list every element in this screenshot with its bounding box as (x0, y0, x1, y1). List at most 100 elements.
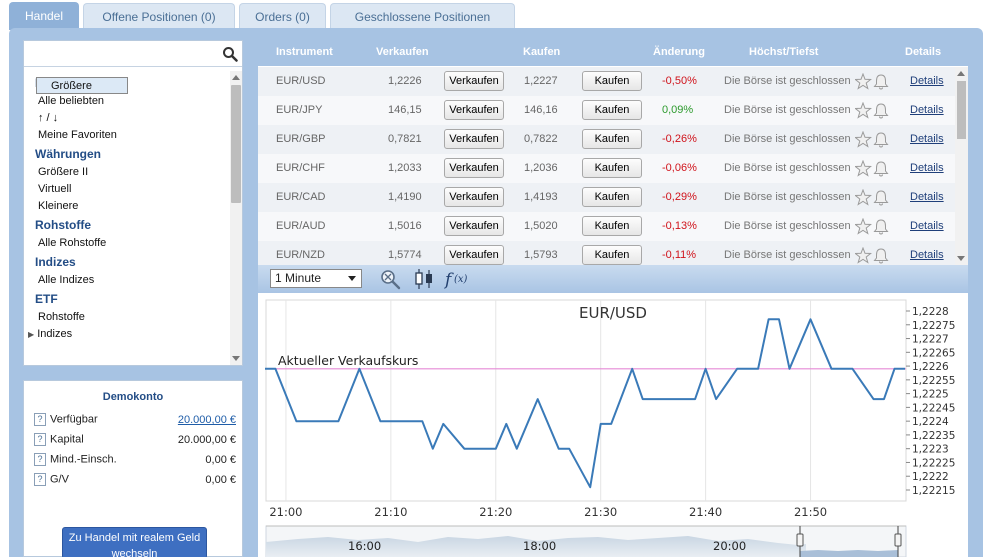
scroll-thumb[interactable] (231, 85, 241, 203)
buy-button[interactable]: Kaufen (582, 100, 642, 120)
star-icon[interactable] (855, 218, 872, 235)
buy-button[interactable]: Kaufen (582, 216, 642, 236)
details-link[interactable]: Details (910, 191, 944, 203)
nav-item-virtuell[interactable]: Virtuell (24, 181, 230, 198)
nav-item-kleinere[interactable]: Kleinere (24, 198, 230, 215)
table-rows: EUR/USD 1,2226 Verkaufen 1,2227 Kaufen -0,50%… (258, 67, 955, 265)
buy-button[interactable]: Kaufen (582, 71, 642, 91)
nav-item-etf-indizes[interactable]: ▶ Indizes (24, 326, 230, 343)
account-label: ? G/V (34, 473, 69, 486)
expand-arrow-icon[interactable]: ▶ (28, 330, 34, 339)
star-icon[interactable] (855, 247, 872, 264)
table-row[interactable]: EUR/CHF 1,2033 Verkaufen 1,2036 Kaufen -0,06%… (258, 154, 955, 183)
nav-item-meine-favoriten[interactable]: Meine Favoriten (24, 127, 230, 144)
details-link[interactable]: Details (910, 75, 944, 87)
account-value: 0,00 € (205, 454, 236, 466)
nav-item-alle-indizes[interactable]: Alle Indizes (24, 272, 230, 289)
star-icon[interactable] (855, 189, 872, 206)
table-row[interactable]: EUR/USD 1,2226 Verkaufen 1,2227 Kaufen -0,50%… (258, 67, 955, 96)
sell-button[interactable]: Verkaufen (444, 100, 504, 120)
change-percent: -0,26% (662, 133, 697, 145)
table-row[interactable]: EUR/JPY 146,15 Verkaufen 146,16 Kaufen 0,09% D… (258, 96, 955, 125)
bell-icon[interactable] (873, 132, 889, 148)
search-input[interactable] (26, 44, 216, 63)
tab-handel[interactable]: Handel (9, 2, 79, 30)
details-link[interactable]: Details (910, 162, 944, 174)
col-verkaufen[interactable]: Verkaufen (376, 46, 429, 58)
sell-button[interactable]: Verkaufen (444, 158, 504, 178)
bell-icon[interactable] (873, 161, 889, 177)
candlestick-icon[interactable] (412, 268, 436, 290)
star-icon[interactable] (855, 160, 872, 177)
col-details[interactable]: Details (905, 46, 941, 58)
table-row[interactable]: EUR/CAD 1,4190 Verkaufen 1,4193 Kaufen -0,29%… (258, 183, 955, 212)
search-icon[interactable] (222, 46, 238, 62)
scroll-down-icon[interactable] (957, 256, 965, 261)
help-icon[interactable]: ? (34, 453, 46, 466)
function-icon[interactable]: f (x) (444, 267, 472, 291)
buy-button[interactable]: Kaufen (582, 245, 642, 265)
sell-button[interactable]: Verkaufen (444, 71, 504, 91)
market-status: Die Börse ist geschlossen (724, 191, 851, 203)
star-icon[interactable] (855, 102, 872, 119)
tab-geschlossene-positionen[interactable]: Geschlossene Positionen (330, 3, 515, 29)
account-label-text: Kapital (50, 433, 84, 446)
section-etf: ETF (35, 292, 58, 306)
tab-offene-positionen[interactable]: Offene Positionen (0) (83, 3, 235, 29)
category-scrollbar[interactable] (230, 71, 242, 365)
nav-item-etf-rohstoffe[interactable]: Rohstoffe (24, 309, 230, 326)
scroll-thumb[interactable] (957, 81, 966, 139)
y-tick-label: 1,22265 (912, 347, 955, 359)
details-link[interactable]: Details (910, 133, 944, 145)
table-scrollbar[interactable] (955, 67, 968, 265)
nav-item-groessere[interactable]: Größere (36, 77, 128, 94)
details-link[interactable]: Details (910, 249, 944, 261)
tab-orders[interactable]: Orders (0) (239, 3, 326, 29)
sell-button[interactable]: Verkaufen (444, 187, 504, 207)
navigator-label: 20:00 (713, 539, 746, 553)
details-link[interactable]: Details (910, 220, 944, 232)
col-aenderung[interactable]: Änderung (653, 46, 705, 58)
bell-icon[interactable] (873, 219, 889, 235)
chevron-down-icon (348, 276, 356, 281)
account-value-link[interactable]: 20.000,00 € (178, 414, 236, 426)
bell-icon[interactable] (873, 248, 889, 264)
switch-to-real-money-button[interactable]: Zu Handel mit realem Geld wechseln (62, 527, 207, 557)
bell-icon[interactable] (873, 190, 889, 206)
col-instrument[interactable]: Instrument (276, 46, 333, 58)
nav-item-up-down[interactable]: ↑ / ↓ (24, 110, 230, 127)
help-icon[interactable]: ? (34, 413, 46, 426)
scroll-down-icon[interactable] (232, 356, 240, 361)
sell-button[interactable]: Verkaufen (444, 245, 504, 265)
buy-button[interactable]: Kaufen (582, 158, 642, 178)
buy-button[interactable]: Kaufen (582, 129, 642, 149)
scroll-up-icon[interactable] (957, 71, 965, 76)
nav-item-groessere-ii[interactable]: Größere II (24, 164, 230, 181)
bell-icon[interactable] (873, 74, 889, 90)
sell-button[interactable]: Verkaufen (444, 216, 504, 236)
help-icon[interactable]: ? (34, 473, 46, 486)
interval-select[interactable]: 1 Minute (270, 269, 362, 288)
star-icon[interactable] (855, 73, 872, 90)
market-status: Die Börse ist geschlossen (724, 162, 851, 174)
price-chart[interactable]: Aktueller Verkaufskurs EUR/USD 1,2228 1,2… (258, 293, 968, 557)
scroll-up-icon[interactable] (232, 75, 240, 80)
buy-button[interactable]: Kaufen (582, 187, 642, 207)
nav-item-alle-rohstoffe[interactable]: Alle Rohstoffe (24, 235, 230, 252)
details-link[interactable]: Details (910, 104, 944, 116)
sell-button[interactable]: Verkaufen (444, 129, 504, 149)
table-row[interactable]: EUR/GBP 0,7821 Verkaufen 0,7822 Kaufen -0,26%… (258, 125, 955, 154)
y-tick-label: 1,22225 (912, 457, 955, 469)
nav-item-alle-beliebten[interactable]: Alle beliebten (24, 93, 230, 110)
price-chart-svg[interactable]: Aktueller Verkaufskurs EUR/USD 1,2228 1,2… (258, 293, 968, 557)
search-field[interactable] (24, 41, 242, 67)
star-icon[interactable] (855, 131, 872, 148)
help-icon[interactable]: ? (34, 433, 46, 446)
col-kaufen[interactable]: Kaufen (523, 46, 560, 58)
row-icons (855, 73, 889, 90)
table-row[interactable]: EUR/NZD 1,5774 Verkaufen 1,5793 Kaufen -0,11%… (258, 241, 955, 265)
zoom-reset-icon[interactable] (378, 268, 404, 290)
table-row[interactable]: EUR/AUD 1,5016 Verkaufen 1,5020 Kaufen -0,13%… (258, 212, 955, 241)
bell-icon[interactable] (873, 103, 889, 119)
col-hoechst-tiefst[interactable]: Höchst/Tiefst (749, 46, 818, 58)
